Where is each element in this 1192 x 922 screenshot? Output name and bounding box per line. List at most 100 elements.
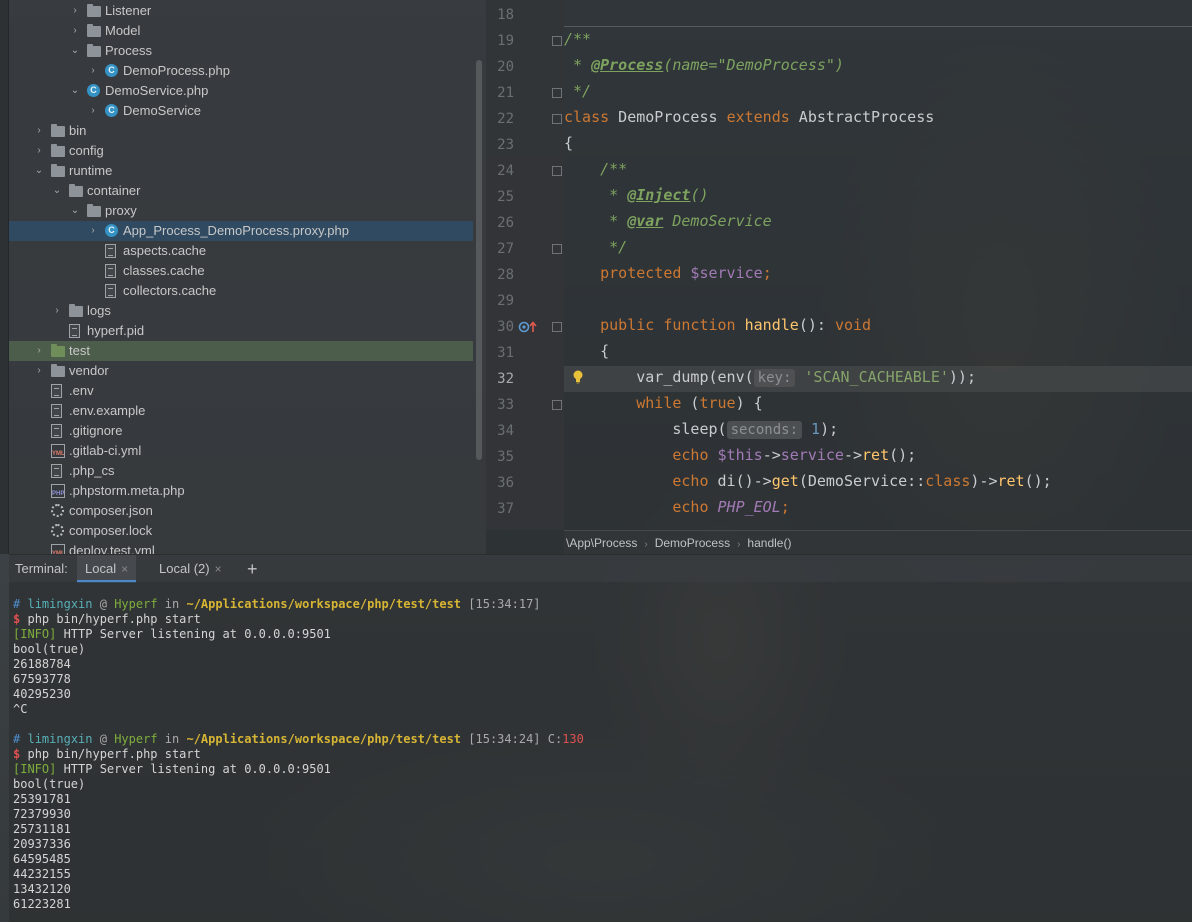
chevron-right-icon[interactable]: ›: [87, 61, 99, 81]
tree-item[interactable]: › C DemoProcess.php: [9, 61, 473, 81]
breadcrumb-method[interactable]: handle(): [747, 536, 791, 550]
tree-scrollbar[interactable]: [476, 60, 482, 460]
tree-item[interactable]: ⌄ Process: [9, 41, 473, 61]
line-number[interactable]: 25: [486, 184, 514, 210]
code-line-26[interactable]: * @var DemoService: [564, 208, 772, 234]
code-line-20[interactable]: * @Process(name="DemoProcess"): [564, 52, 844, 78]
breadcrumb-namespace[interactable]: \App\Process: [566, 536, 637, 550]
chevron-right-icon[interactable]: ›: [69, 1, 81, 21]
chevron-right-icon[interactable]: ›: [33, 361, 45, 381]
code-line-25[interactable]: * @Inject(): [564, 182, 708, 208]
tree-item[interactable]: YML .gitlab-ci.yml: [9, 441, 473, 461]
line-number[interactable]: 33: [486, 392, 514, 418]
chevron-down-icon[interactable]: ⌄: [69, 201, 81, 221]
code-line-34[interactable]: sleep(seconds: 1);: [564, 416, 838, 442]
tree-item[interactable]: YML deploy.test.yml: [9, 541, 473, 554]
tree-item[interactable]: .php_cs: [9, 461, 473, 481]
tree-item[interactable]: › Listener: [9, 1, 473, 21]
code-line-27[interactable]: */: [564, 234, 627, 260]
line-number[interactable]: 19: [486, 28, 514, 54]
tree-item[interactable]: › C DemoService: [9, 101, 473, 121]
fold-marker-icon[interactable]: [552, 400, 562, 410]
implements-method-icon[interactable]: [518, 320, 538, 334]
tree-item[interactable]: ⌄ proxy: [9, 201, 473, 221]
fold-marker-icon[interactable]: [552, 322, 562, 332]
code-line-33[interactable]: while (true) {: [564, 390, 762, 416]
tree-item[interactable]: .gitignore: [9, 421, 473, 441]
line-number[interactable]: 24: [486, 158, 514, 184]
fold-marker-icon[interactable]: [552, 244, 562, 254]
chevron-right-icon[interactable]: ›: [87, 101, 99, 121]
line-number[interactable]: 37: [486, 496, 514, 522]
line-number[interactable]: 30: [486, 314, 514, 340]
fold-marker-icon[interactable]: [552, 88, 562, 98]
tree-item[interactable]: ⌄ runtime: [9, 161, 473, 181]
code-editor[interactable]: 18 19 20 21 22 23 24 25 26 27 28 29 30 31 32 33 34 35 36 37…: [486, 0, 1192, 554]
terminal-output[interactable]: # limingxin @ Hyperf in ~/Applications/w…: [9, 582, 1192, 922]
chevron-right-icon[interactable]: ›: [51, 301, 63, 321]
code-line-21[interactable]: */: [564, 78, 591, 104]
tree-item[interactable]: › bin: [9, 121, 473, 141]
tree-item[interactable]: hyperf.pid: [9, 321, 473, 341]
line-number[interactable]: 23: [486, 132, 514, 158]
chevron-down-icon[interactable]: ⌄: [69, 81, 81, 101]
tree-item[interactable]: .env.example: [9, 401, 473, 421]
chevron-right-icon[interactable]: ›: [33, 341, 45, 361]
tree-item[interactable]: › config: [9, 141, 473, 161]
tree-item[interactable]: › test: [9, 341, 473, 361]
line-number[interactable]: 34: [486, 418, 514, 444]
code-line-23[interactable]: {: [564, 130, 573, 156]
tree-item[interactable]: ⌄ C DemoService.php: [9, 81, 473, 101]
breadcrumb-class[interactable]: DemoProcess: [655, 536, 730, 550]
code-line-37[interactable]: echo PHP_EOL;: [564, 494, 789, 520]
tree-item[interactable]: PHP .phpstorm.meta.php: [9, 481, 473, 501]
tree-item[interactable]: › vendor: [9, 361, 473, 381]
code-line-35[interactable]: echo $this->service->ret();: [564, 442, 916, 468]
terminal-tab-local-2[interactable]: Local (2) ×: [151, 555, 230, 583]
tree-item[interactable]: › C App_Process_DemoProcess.proxy.php: [9, 221, 473, 241]
line-number[interactable]: 35: [486, 444, 514, 470]
code-line-30[interactable]: public function handle(): void: [564, 312, 871, 338]
line-number[interactable]: 22: [486, 106, 514, 132]
code-line-36[interactable]: echo di()->get(DemoService::class)->ret(…: [564, 468, 1051, 494]
line-number[interactable]: 36: [486, 470, 514, 496]
tree-item[interactable]: ⌄ container: [9, 181, 473, 201]
chevron-down-icon[interactable]: ⌄: [51, 181, 63, 201]
line-number[interactable]: 27: [486, 236, 514, 262]
tree-item[interactable]: collectors.cache: [9, 281, 473, 301]
chevron-right-icon[interactable]: ›: [87, 221, 99, 241]
code-line-28[interactable]: protected $service;: [564, 260, 772, 286]
code-line-32[interactable]: var_dump(env(key: 'SCAN_CACHEABLE'));: [564, 364, 976, 390]
lightbulb-icon[interactable]: [572, 370, 584, 384]
line-number[interactable]: 32: [486, 366, 514, 392]
tree-item[interactable]: composer.json: [9, 501, 473, 521]
code-line-22[interactable]: class DemoProcess extends AbstractProces…: [564, 104, 934, 130]
line-number[interactable]: 18: [486, 2, 514, 28]
tree-item[interactable]: composer.lock: [9, 521, 473, 541]
line-number[interactable]: 26: [486, 210, 514, 236]
line-number[interactable]: 29: [486, 288, 514, 314]
tree-item[interactable]: aspects.cache: [9, 241, 473, 261]
chevron-right-icon[interactable]: ›: [33, 121, 45, 141]
terminal-tab-local[interactable]: Local ×: [77, 555, 137, 583]
tree-item[interactable]: › Model: [9, 21, 473, 41]
fold-marker-icon[interactable]: [552, 114, 562, 124]
line-number[interactable]: 31: [486, 340, 514, 366]
chevron-down-icon[interactable]: ⌄: [33, 161, 45, 181]
line-number[interactable]: 20: [486, 54, 514, 80]
code-line-24[interactable]: /**: [564, 156, 627, 182]
tree-item[interactable]: classes.cache: [9, 261, 473, 281]
line-number[interactable]: 21: [486, 80, 514, 106]
chevron-right-icon[interactable]: ›: [69, 21, 81, 41]
chevron-down-icon[interactable]: ⌄: [69, 41, 81, 61]
close-icon[interactable]: ×: [215, 562, 222, 576]
fold-marker-icon[interactable]: [552, 36, 562, 46]
chevron-right-icon[interactable]: ›: [33, 141, 45, 161]
code-line-19[interactable]: /**: [564, 26, 591, 52]
close-icon[interactable]: ×: [121, 562, 128, 576]
project-tree[interactable]: › Listener › Model ⌄ Process › C DemoProcess.php…: [9, 0, 486, 554]
tree-item[interactable]: .env: [9, 381, 473, 401]
fold-marker-icon[interactable]: [552, 166, 562, 176]
tree-item[interactable]: › logs: [9, 301, 473, 321]
line-number[interactable]: 28: [486, 262, 514, 288]
